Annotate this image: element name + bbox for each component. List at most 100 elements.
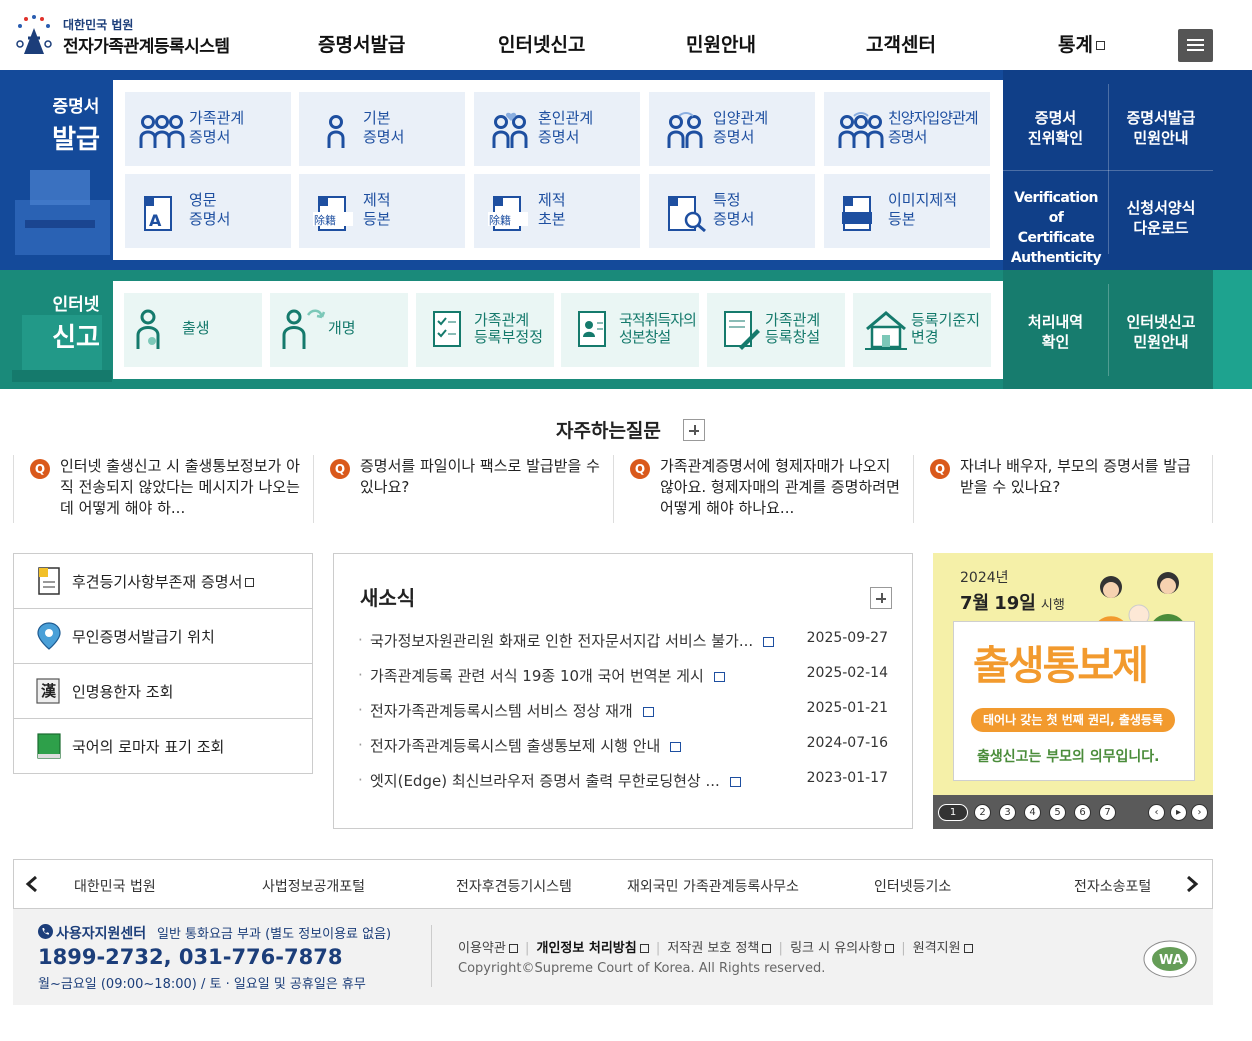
news-more-button[interactable] (870, 587, 892, 609)
news-title: 새소식 (360, 586, 416, 610)
cert-tile[interactable]: 이미지제적 등본 (824, 174, 990, 248)
external-link-icon (508, 944, 518, 953)
report-guide-link[interactable]: 인터넷신고 민원안내 (1112, 312, 1210, 352)
news-panel: 새소식 · 국가정보자원관리원 화재로 인한 전자문서지갑 서비스 불가... 20… (333, 553, 913, 829)
quick-link-romanization[interactable]: 국어의 로마자 표기 조회 (14, 719, 312, 774)
nav-statistics[interactable]: 통계 (1058, 30, 1105, 57)
chevron-left-icon[interactable] (24, 875, 40, 893)
banner-page-button[interactable]: 7 (1099, 804, 1116, 821)
person-icon (327, 115, 345, 148)
site-link[interactable]: 대한민국 법원 (74, 876, 156, 896)
news-item[interactable]: · 전자가족관계등록시스템 서비스 정상 재개 2025-01-21 (358, 700, 888, 720)
site-link[interactable]: 사법정보공개포털 (262, 876, 365, 896)
printer-illustration-icon (15, 170, 110, 255)
family-icon (139, 115, 185, 148)
location-pin-icon (37, 622, 61, 650)
removed-register-extract-icon: 除籍 (488, 196, 528, 231)
nav-civil-guide[interactable]: 민원안내 (686, 30, 756, 57)
nav-internet-report[interactable]: 인터넷신고 (498, 30, 585, 57)
remote-support-link[interactable]: 원격지원 (913, 941, 973, 956)
verification-english-link[interactable]: Verification of Certificate Authenticity (1006, 188, 1106, 268)
external-link-icon (963, 944, 973, 953)
cert-tile[interactable]: 혼인관계 증명서 (474, 92, 640, 166)
id-card-icon (578, 311, 606, 347)
banner-page-button[interactable]: 3 (999, 804, 1016, 821)
news-item-date: 2023-01-17 (806, 770, 888, 786)
site-link[interactable]: 전자소송포털 (1074, 876, 1151, 896)
report-tile[interactable]: 개명 (270, 293, 408, 367)
removed-register-icon: 除籍 (313, 196, 353, 231)
faq-item[interactable]: Q 인터넷 출생신고 시 출생통보정보가 아직 전송되지 않았다는 메시지가 나오… (13, 455, 313, 523)
report-tile-label: 가족관계 등록부정정 (474, 311, 544, 346)
report-tile[interactable]: 국적취득자의 성본창설 (561, 293, 699, 367)
quick-link-hanja-lookup[interactable]: 漢 인명용한자 조회 (14, 664, 312, 719)
banner-page-button[interactable]: 1 (938, 804, 968, 821)
site-link[interactable]: 전자후견등기시스템 (456, 876, 572, 896)
hamburger-menu-button[interactable] (1178, 29, 1213, 62)
cert-tile[interactable]: 기본 증명서 (299, 92, 465, 166)
cert-tile[interactable]: 除籍 제적 초본 (474, 174, 640, 248)
house-icon (865, 311, 907, 350)
news-item-date: 2024-07-16 (806, 735, 888, 751)
report-tile-label: 등록기준지 변경 (911, 311, 981, 346)
report-tile[interactable]: 가족관계 등록창설 (707, 293, 845, 367)
banner-page-button[interactable]: 5 (1049, 804, 1066, 821)
banner-page-button[interactable]: 4 (1024, 804, 1041, 821)
faq-title: 자주하는질문 (556, 420, 661, 442)
site-link[interactable]: 재외국민 가족관계등록사무소 (627, 876, 799, 896)
cert-issue-guide-link[interactable]: 증명서발급 민원안내 (1112, 108, 1210, 148)
chevron-right-icon[interactable] (1184, 875, 1200, 893)
report-tile[interactable]: 출생 (124, 293, 262, 367)
nav-customer-center[interactable]: 고객센터 (866, 30, 936, 57)
processing-history-link[interactable]: 처리내역 확인 (1008, 312, 1103, 352)
cert-tile[interactable]: 입양관계 증명서 (649, 92, 815, 166)
banner-play-button[interactable]: ▸ (1170, 804, 1187, 821)
faq-item[interactable]: Q 가족관계증명서에 형제자매가 나오지 않아요. 형제자매의 관계를 증명하려면… (613, 455, 913, 523)
banner-page-button[interactable]: 2 (974, 804, 991, 821)
cert-tile[interactable]: 특정 증명서 (649, 174, 815, 248)
faq-more-button[interactable] (683, 419, 705, 441)
news-item[interactable]: · 국가정보자원관리원 화재로 인한 전자문서지갑 서비스 불가... 2025-0… (358, 630, 888, 650)
copyright-text: Copyright©Supreme Court of Korea. All Ri… (458, 961, 826, 976)
external-link-icon (885, 944, 895, 953)
news-item[interactable]: · 엣지(Edge) 최신브라우저 증명서 출력 무한로딩현상 ... 2023-0… (358, 770, 888, 790)
logo-title: 전자가족관계등록시스템 (63, 37, 230, 57)
link-notice-link[interactable]: 링크 시 유의사항 (790, 941, 895, 956)
privacy-policy-link[interactable]: 개인정보 처리방침 (537, 941, 649, 956)
news-item-title: 전자가족관계등록시스템 출생통보제 시행 안내 (370, 735, 682, 756)
external-link-icon (639, 944, 649, 953)
faq-item[interactable]: Q 증명서를 파일이나 팩스로 발급받을 수 있나요? (313, 455, 613, 523)
banner-year: 2024년 (960, 570, 1009, 586)
quick-link-kiosk-location[interactable]: 무인증명서발급기 위치 (14, 609, 312, 664)
couple-heart-icon (492, 112, 528, 148)
news-item[interactable]: · 가족관계등록 관련 서식 19종 10개 국어 번역본 게시 2025-02-1… (358, 665, 888, 685)
site-header: 대한민국 법원 전자가족관계등록시스템 증명서발급 인터넷신고 민원안내 고객센… (0, 0, 1252, 70)
banner-date: 7월 19일 시행 (960, 593, 1065, 614)
report-tile[interactable]: 등록기준지 변경 (853, 293, 991, 367)
cert-tile[interactable]: A 영문 증명서 (125, 174, 291, 248)
banner-page-button[interactable]: 6 (1074, 804, 1091, 821)
hanja-book-icon: 漢 (36, 678, 60, 704)
cert-verify-link[interactable]: 증명서 진위확인 (1008, 108, 1103, 148)
adoption-icon (667, 112, 703, 148)
terms-link[interactable]: 이용약관 (458, 941, 518, 956)
site-link[interactable]: 인터넷등기소 (874, 876, 951, 896)
question-icon: Q (30, 459, 50, 479)
nav-certificate-issue[interactable]: 증명서발급 (318, 30, 405, 57)
cert-tile[interactable]: 除籍 제적 등본 (299, 174, 465, 248)
quick-link-guardianship[interactable]: 후견등기사항부존재 증명서 (14, 554, 312, 609)
banner-prev-button[interactable]: ‹ (1148, 804, 1165, 821)
faq-item[interactable]: Q 자녀나 배우자, 부모의 증명서를 발급받을 수 있나요? (913, 455, 1213, 523)
cert-tile[interactable]: 가족관계 증명서 (125, 92, 291, 166)
site-logo[interactable]: 대한민국 법원 전자가족관계등록시스템 (14, 14, 254, 58)
green-book-icon (37, 733, 61, 759)
report-tile[interactable]: 가족관계 등록부정정 (416, 293, 554, 367)
cert-tile[interactable]: 친양자입양관계 증명서 (824, 92, 990, 166)
copyright-policy-link[interactable]: 저작권 보호 정책 (667, 941, 772, 956)
form-download-link[interactable]: 신청서양식 다운로드 (1112, 198, 1210, 238)
court-emblem-icon (16, 15, 52, 54)
banner-headline: 출생통보제 (973, 643, 1149, 689)
birth-notification-banner[interactable]: 2024년 7월 19일 시행 출생통보제 태어나 갖는 첫 번째 권리, 출생… (933, 553, 1213, 829)
banner-next-button[interactable]: › (1191, 804, 1208, 821)
news-item[interactable]: · 전자가족관계등록시스템 출생통보제 시행 안내 2024-07-16 (358, 735, 888, 755)
